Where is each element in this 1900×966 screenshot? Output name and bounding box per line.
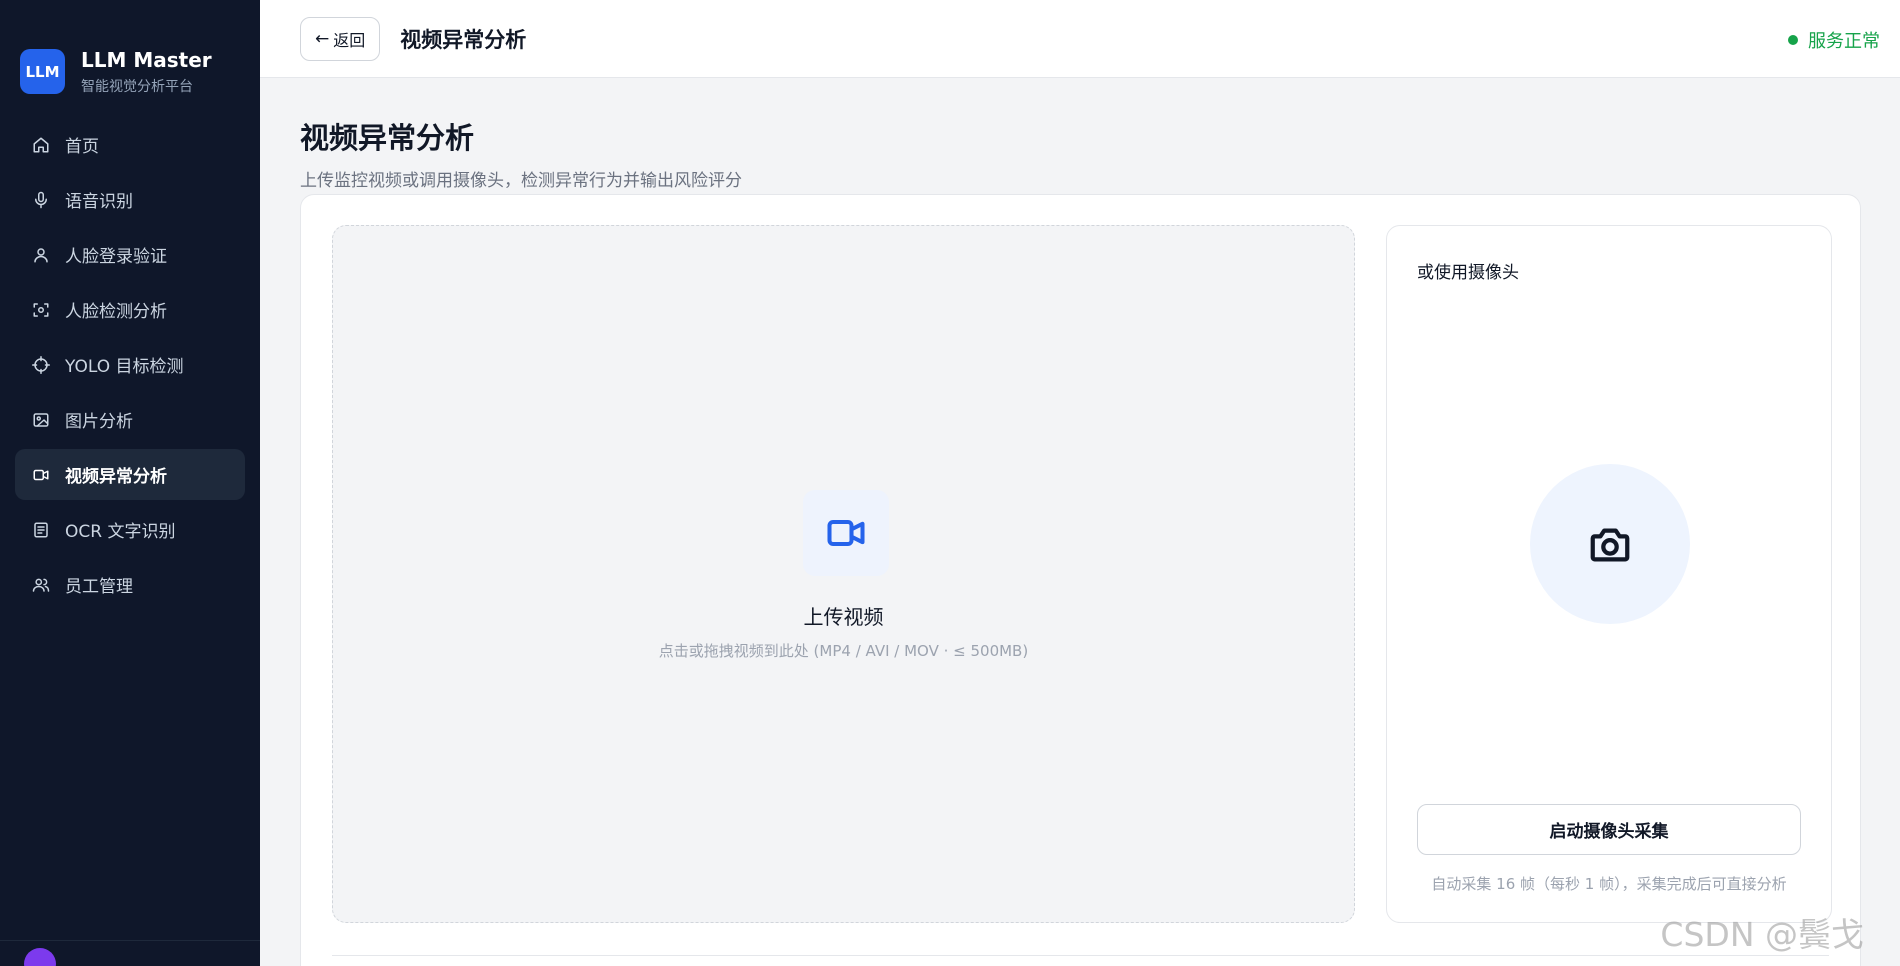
sidebar-item-home[interactable]: 首页 bbox=[15, 119, 245, 170]
camera-label: 或使用摄像头 bbox=[1417, 263, 1519, 283]
sidebar-item-label: 首页 bbox=[65, 137, 99, 157]
brand-logo: LLM bbox=[20, 49, 65, 94]
sidebar-item-video[interactable]: 视频异常分析 bbox=[15, 449, 245, 500]
brand: LLM LLM Master 智能视觉分析平台 bbox=[0, 0, 260, 110]
sidebar-item-label: 人脸登录验证 bbox=[65, 247, 167, 267]
sidebar-item-label: 员工管理 bbox=[65, 577, 133, 597]
sidebar-item-face-detect[interactable]: 人脸检测分析 bbox=[15, 284, 245, 335]
divider bbox=[332, 955, 1829, 956]
upload-title: 上传视频 bbox=[803, 605, 884, 629]
analysis-card: 上传视频 点击或拖拽视频到此处 (MP4 / AVI / MOV · ≤ 500… bbox=[300, 194, 1861, 966]
users-icon bbox=[31, 575, 51, 595]
sidebar-item-image[interactable]: 图片分析 bbox=[15, 394, 245, 445]
user-icon bbox=[31, 245, 51, 265]
sidebar: LLM LLM Master 智能视觉分析平台 首页 语音识别 人脸登录验证 人… bbox=[0, 0, 260, 966]
video-icon bbox=[31, 465, 51, 485]
sidebar-item-label: 视频异常分析 bbox=[65, 467, 167, 487]
status-text: 服务正常 bbox=[1808, 31, 1880, 52]
start-camera-button[interactable]: 启动摄像头采集 bbox=[1417, 804, 1801, 855]
page-title: 视频异常分析 bbox=[300, 121, 475, 155]
back-button[interactable]: ← 返回 bbox=[300, 16, 381, 61]
status-dot-icon bbox=[1788, 35, 1798, 45]
home-icon bbox=[31, 135, 51, 155]
microphone-icon bbox=[31, 190, 51, 210]
service-status: 服务正常 bbox=[1788, 27, 1880, 53]
upload-hint: 点击或拖拽视频到此处 (MP4 / AVI / MOV · ≤ 500MB) bbox=[658, 642, 1029, 660]
document-icon bbox=[31, 520, 51, 540]
watermark: CSDN @鬓戈 bbox=[1660, 915, 1864, 954]
sidebar-footer bbox=[0, 940, 260, 966]
sidebar-item-speech[interactable]: 语音识别 bbox=[15, 174, 245, 225]
camera-note: 自动采集 16 帧（每秒 1 帧），采集完成后可直接分析 bbox=[1431, 875, 1787, 893]
sidebar-item-yolo[interactable]: YOLO 目标检测 bbox=[15, 339, 245, 390]
sidebar-item-label: 语音识别 bbox=[65, 192, 133, 212]
brand-name: LLM Master bbox=[81, 47, 212, 72]
face-scan-icon bbox=[31, 300, 51, 320]
sidebar-item-face-login[interactable]: 人脸登录验证 bbox=[15, 229, 245, 280]
app-root: LLM LLM Master 智能视觉分析平台 首页 语音识别 人脸登录验证 人… bbox=[0, 0, 1900, 966]
avatar[interactable] bbox=[24, 948, 56, 966]
camera-icon bbox=[1590, 528, 1630, 562]
video-icon bbox=[803, 490, 889, 576]
sidebar-item-staff[interactable]: 员工管理 bbox=[15, 559, 245, 610]
page-subtitle: 上传监控视频或调用摄像头，检测异常行为并输出风险评分 bbox=[300, 171, 742, 191]
camera-preview bbox=[1530, 464, 1690, 624]
sidebar-item-label: OCR 文字识别 bbox=[65, 522, 176, 542]
sidebar-nav: 首页 语音识别 人脸登录验证 人脸检测分析 YOLO 目标检测 图片分析 视频异… bbox=[0, 110, 260, 610]
crosshair-icon bbox=[31, 355, 51, 375]
image-icon bbox=[31, 410, 51, 430]
sidebar-item-label: YOLO 目标检测 bbox=[65, 357, 184, 377]
brand-text: LLM Master 智能视觉分析平台 bbox=[81, 48, 212, 96]
page-content: 视频异常分析 上传监控视频或调用摄像头，检测异常行为并输出风险评分 bbox=[260, 78, 1900, 191]
video-upload-dropzone[interactable]: 上传视频 点击或拖拽视频到此处 (MP4 / AVI / MOV · ≤ 500… bbox=[332, 225, 1355, 923]
sidebar-item-label: 人脸检测分析 bbox=[65, 302, 167, 322]
arrow-left-icon: ← bbox=[315, 28, 330, 49]
topbar-title: 视频异常分析 bbox=[400, 27, 527, 52]
sidebar-item-label: 图片分析 bbox=[65, 412, 133, 432]
topbar: ← 返回 视频异常分析 服务正常 bbox=[260, 0, 1900, 78]
camera-panel: 或使用摄像头 启动摄像头采集 自动采集 16 帧（每秒 1 帧），采集完成后可直… bbox=[1386, 225, 1832, 923]
back-button-label: 返回 bbox=[333, 30, 366, 50]
main-area: ← 返回 视频异常分析 服务正常 视频异常分析 上传监控视频或调用摄像头，检测异… bbox=[260, 0, 1900, 966]
brand-subtitle: 智能视觉分析平台 bbox=[81, 78, 193, 95]
sidebar-item-ocr[interactable]: OCR 文字识别 bbox=[15, 504, 245, 555]
